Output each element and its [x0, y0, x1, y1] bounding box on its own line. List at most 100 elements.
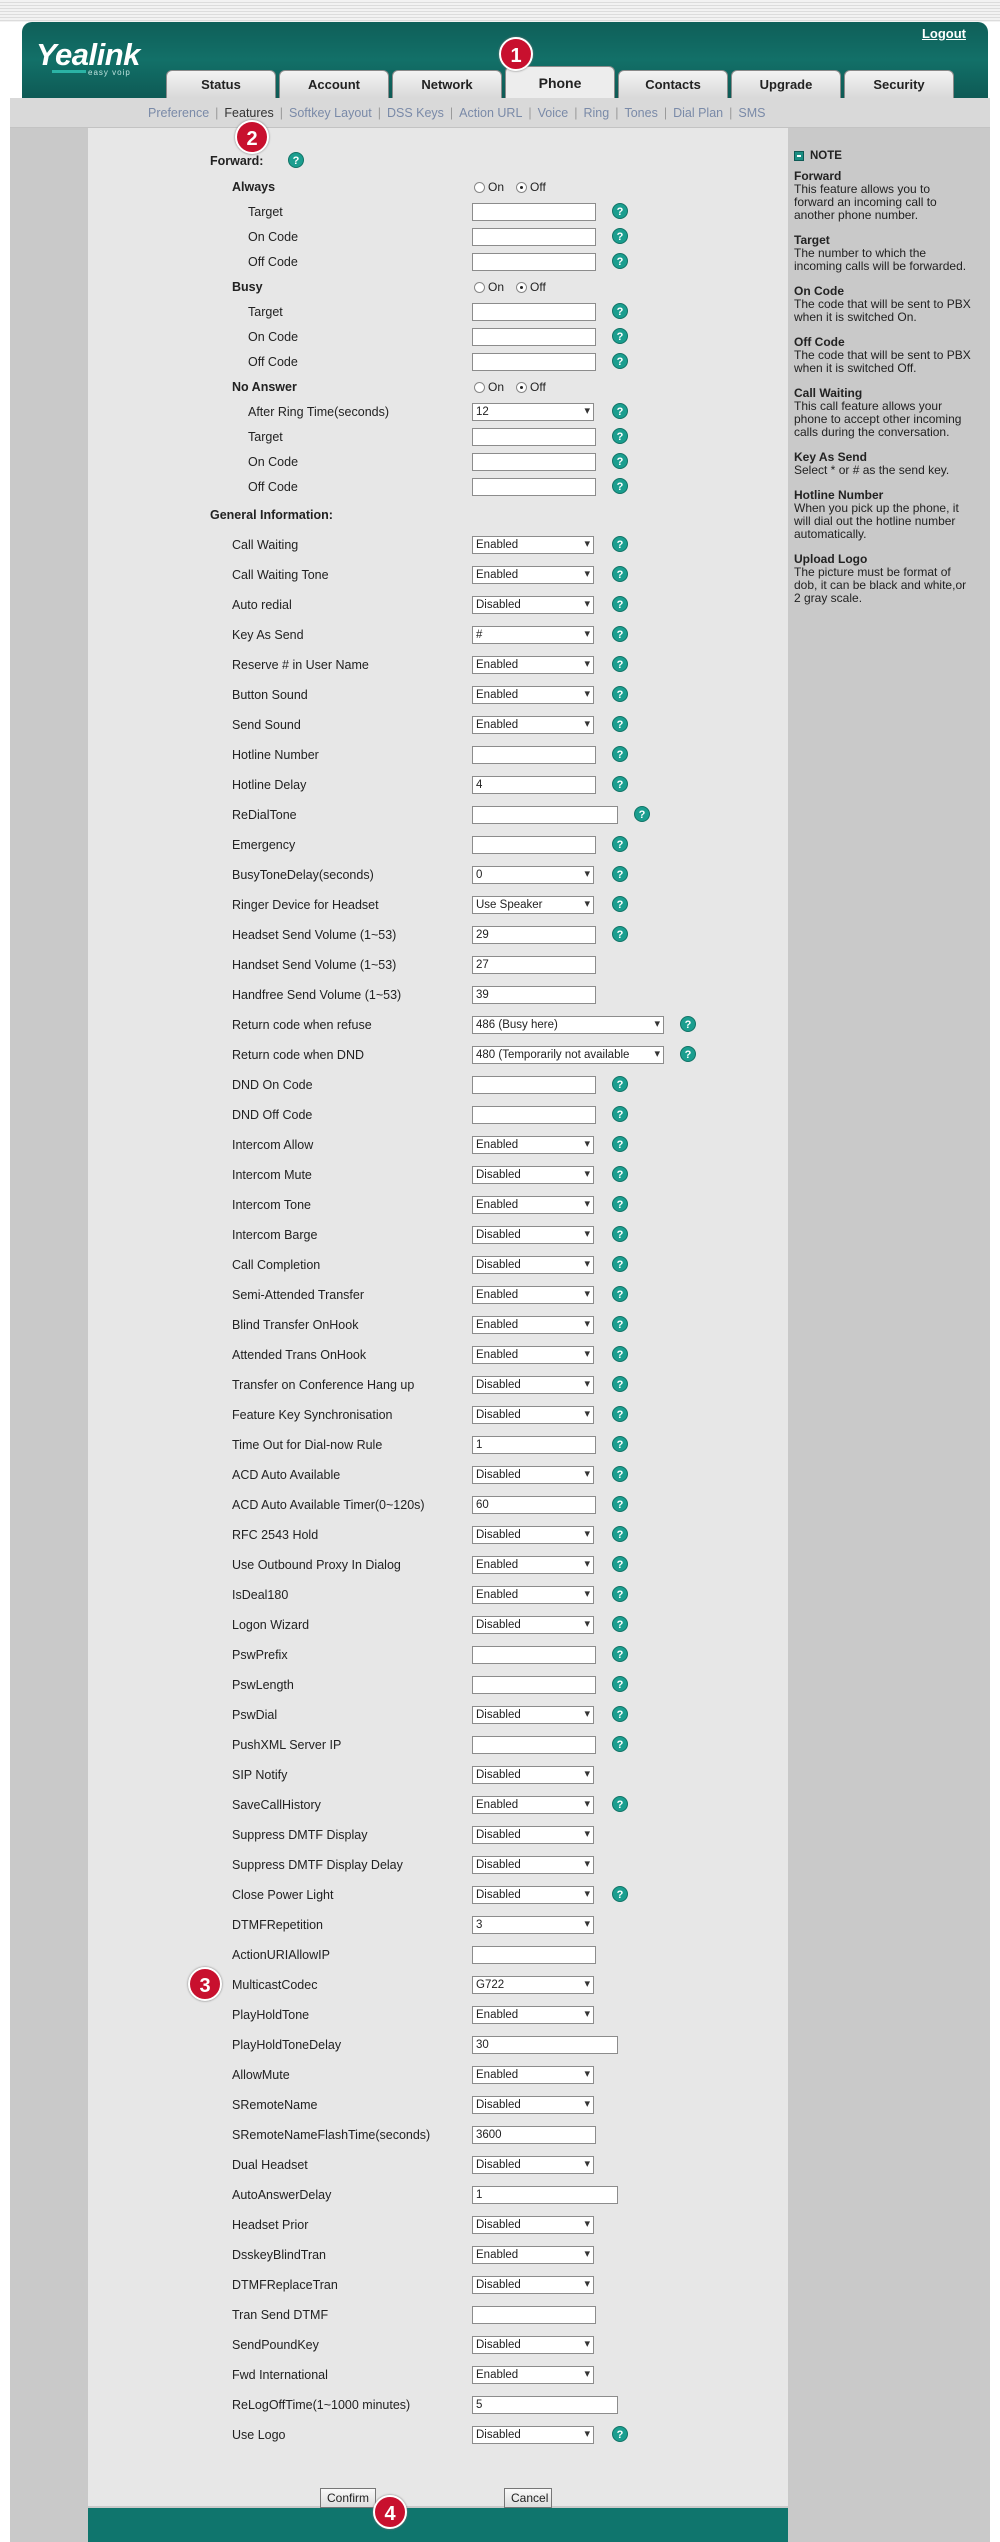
- note-collapse-icon[interactable]: [794, 151, 804, 161]
- time-out-for-dial-now-rule-input[interactable]: 1: [472, 1436, 596, 1454]
- redialtone-help-icon[interactable]: ?: [634, 806, 650, 822]
- acd-auto-available-timer-0-120s-help-icon[interactable]: ?: [612, 1496, 628, 1512]
- logon-wizard-help-icon[interactable]: ?: [612, 1616, 628, 1632]
- tab-status[interactable]: Status: [166, 70, 276, 98]
- pushxml-server-ip-help-icon[interactable]: ?: [612, 1736, 628, 1752]
- hotline-number-help-icon[interactable]: ?: [612, 746, 628, 762]
- use-logo-select[interactable]: Disabled: [472, 2426, 594, 2444]
- forward-no-answer-on-radio[interactable]: On: [474, 380, 504, 394]
- use-logo-help-icon[interactable]: ?: [612, 2426, 628, 2442]
- subnav-item-ring[interactable]: Ring: [578, 106, 616, 120]
- reserve-in-user-name-select[interactable]: Enabled: [472, 656, 594, 674]
- tab-upgrade[interactable]: Upgrade: [731, 70, 841, 98]
- subnav-item-dss-keys[interactable]: DSS Keys: [381, 106, 450, 120]
- pswdial-select[interactable]: Disabled: [472, 1706, 594, 1724]
- dnd-off-code-input[interactable]: [472, 1106, 596, 1124]
- confirm-button[interactable]: Confirm: [320, 2488, 376, 2508]
- handfree-send-volume-1-53-input[interactable]: 39: [472, 986, 596, 1004]
- forward-always-off-code-input[interactable]: [472, 253, 596, 271]
- return-code-when-refuse-select[interactable]: 486 (Busy here): [472, 1016, 664, 1034]
- auto-redial-help-icon[interactable]: ?: [612, 596, 628, 612]
- forward-no-answer-on-code-input[interactable]: [472, 453, 596, 471]
- tab-account[interactable]: Account: [279, 70, 389, 98]
- redialtone-input[interactable]: [472, 806, 618, 824]
- dual-headset-select[interactable]: Disabled: [472, 2156, 594, 2174]
- busytonedelay-seconds-select[interactable]: 0: [472, 866, 594, 884]
- dnd-on-code-help-icon[interactable]: ?: [612, 1076, 628, 1092]
- intercom-mute-help-icon[interactable]: ?: [612, 1166, 628, 1182]
- rfc-2543-hold-help-icon[interactable]: ?: [612, 1526, 628, 1542]
- isdeal180-help-icon[interactable]: ?: [612, 1586, 628, 1602]
- forward-busy-off-code-help-icon[interactable]: ?: [612, 353, 628, 369]
- hotline-delay-help-icon[interactable]: ?: [612, 776, 628, 792]
- tab-network[interactable]: Network: [392, 70, 502, 98]
- call-waiting-tone-select[interactable]: Enabled: [472, 566, 594, 584]
- logon-wizard-select[interactable]: Disabled: [472, 1616, 594, 1634]
- pushxml-server-ip-input[interactable]: [472, 1736, 596, 1754]
- dtmfrepetition-select[interactable]: 3: [472, 1916, 594, 1934]
- forward-always-on-code-help-icon[interactable]: ?: [612, 228, 628, 244]
- forward-help-icon[interactable]: ?: [288, 152, 304, 168]
- headset-prior-select[interactable]: Disabled: [472, 2216, 594, 2234]
- reserve-in-user-name-help-icon[interactable]: ?: [612, 656, 628, 672]
- subnav-item-voice[interactable]: Voice: [532, 106, 575, 120]
- subnav-item-preference[interactable]: Preference: [142, 106, 215, 120]
- button-sound-select[interactable]: Enabled: [472, 686, 594, 704]
- pswprefix-help-icon[interactable]: ?: [612, 1646, 628, 1662]
- close-power-light-help-icon[interactable]: ?: [612, 1886, 628, 1902]
- forward-no-answer-on-code-help-icon[interactable]: ?: [612, 453, 628, 469]
- logout-link[interactable]: Logout: [922, 26, 966, 41]
- pswprefix-input[interactable]: [472, 1646, 596, 1664]
- ringer-device-for-headset-help-icon[interactable]: ?: [612, 896, 628, 912]
- key-as-send-select[interactable]: #: [472, 626, 594, 644]
- forward-no-answer-off-code-help-icon[interactable]: ?: [612, 478, 628, 494]
- forward-busy-off-code-input[interactable]: [472, 353, 596, 371]
- cancel-button[interactable]: Cancel: [504, 2488, 552, 2508]
- blind-transfer-onhook-help-icon[interactable]: ?: [612, 1316, 628, 1332]
- call-completion-select[interactable]: Disabled: [472, 1256, 594, 1274]
- ringer-device-for-headset-select[interactable]: Use Speaker: [472, 896, 594, 914]
- intercom-tone-select[interactable]: Enabled: [472, 1196, 594, 1214]
- allowmute-select[interactable]: Enabled: [472, 2066, 594, 2084]
- acd-auto-available-help-icon[interactable]: ?: [612, 1466, 628, 1482]
- tab-phone[interactable]: Phone: [505, 66, 615, 98]
- forward-ring-time-select[interactable]: 12: [472, 403, 594, 421]
- call-waiting-help-icon[interactable]: ?: [612, 536, 628, 552]
- use-outbound-proxy-in-dialog-select[interactable]: Enabled: [472, 1556, 594, 1574]
- return-code-when-refuse-help-icon[interactable]: ?: [680, 1016, 696, 1032]
- call-waiting-select[interactable]: Enabled: [472, 536, 594, 554]
- semi-attended-transfer-help-icon[interactable]: ?: [612, 1286, 628, 1302]
- forward-busy-target-input[interactable]: [472, 303, 596, 321]
- autoanswerdelay-input[interactable]: 1: [472, 2186, 618, 2204]
- time-out-for-dial-now-rule-help-icon[interactable]: ?: [612, 1436, 628, 1452]
- forward-always-target-help-icon[interactable]: ?: [612, 203, 628, 219]
- tran-send-dtmf-input[interactable]: [472, 2306, 596, 2324]
- blind-transfer-onhook-select[interactable]: Enabled: [472, 1316, 594, 1334]
- dnd-on-code-input[interactable]: [472, 1076, 596, 1094]
- playholdtone-select[interactable]: Enabled: [472, 2006, 594, 2024]
- intercom-allow-help-icon[interactable]: ?: [612, 1136, 628, 1152]
- send-sound-help-icon[interactable]: ?: [612, 716, 628, 732]
- pswlength-input[interactable]: [472, 1676, 596, 1694]
- forward-no-answer-ring-time-help-icon[interactable]: ?: [612, 403, 628, 419]
- attended-trans-onhook-select[interactable]: Enabled: [472, 1346, 594, 1364]
- headset-send-volume-1-53-help-icon[interactable]: ?: [612, 926, 628, 942]
- forward-busy-on-code-help-icon[interactable]: ?: [612, 328, 628, 344]
- transfer-on-conference-hang-up-help-icon[interactable]: ?: [612, 1376, 628, 1392]
- button-sound-help-icon[interactable]: ?: [612, 686, 628, 702]
- subnav-item-tones[interactable]: Tones: [618, 106, 663, 120]
- relogofftime-1-1000-minutes-input[interactable]: 5: [472, 2396, 618, 2414]
- send-sound-select[interactable]: Enabled: [472, 716, 594, 734]
- transfer-on-conference-hang-up-select[interactable]: Disabled: [472, 1376, 594, 1394]
- sremotenameflashtime-seconds-input[interactable]: 3600: [472, 2126, 596, 2144]
- return-code-when-dnd-select[interactable]: 480 (Temporarily not available: [472, 1046, 664, 1064]
- subnav-item-features[interactable]: Features: [218, 106, 279, 120]
- suppress-dmtf-display-select[interactable]: Disabled: [472, 1826, 594, 1844]
- emergency-help-icon[interactable]: ?: [612, 836, 628, 852]
- actionuriallowip-input[interactable]: [472, 1946, 596, 1964]
- tab-contacts[interactable]: Contacts: [618, 70, 728, 98]
- headset-send-volume-1-53-input[interactable]: 29: [472, 926, 596, 944]
- subnav-item-dial-plan[interactable]: Dial Plan: [667, 106, 729, 120]
- fwd-international-select[interactable]: Enabled: [472, 2366, 594, 2384]
- dtmfreplacetran-select[interactable]: Disabled: [472, 2276, 594, 2294]
